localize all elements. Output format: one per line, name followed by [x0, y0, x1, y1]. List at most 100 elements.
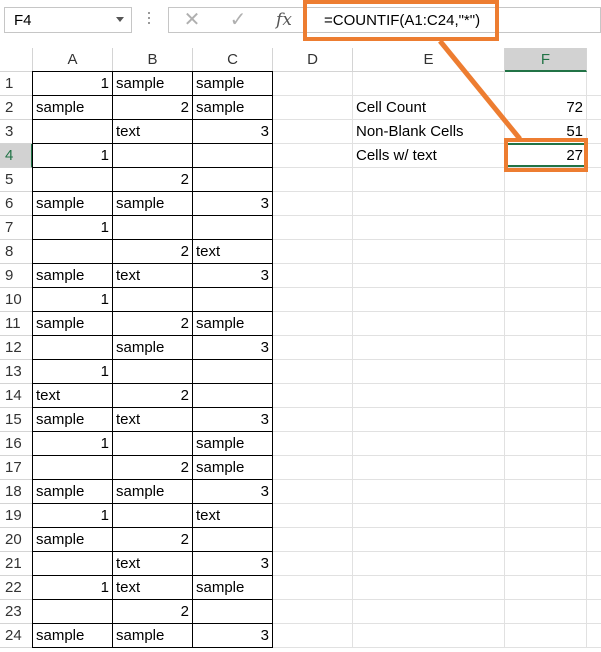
table-border	[192, 72, 193, 648]
cell-a16[interactable]: 1	[33, 432, 113, 456]
cell-a13[interactable]: 1	[33, 360, 113, 384]
column-header-b[interactable]: B	[113, 48, 193, 72]
cell-b18[interactable]: sample	[113, 480, 193, 504]
formula-toolbar: F4 ✕ ✓ fx =COUNTIF(A1:C24,"*")	[0, 0, 601, 44]
row-header[interactable]: 16	[0, 432, 33, 456]
cell-c21[interactable]: 3	[193, 552, 273, 576]
row-header[interactable]: 5	[0, 168, 33, 192]
row-header[interactable]: 3	[0, 120, 33, 144]
chevron-down-icon[interactable]	[116, 17, 124, 22]
cell-a2[interactable]: sample	[33, 96, 113, 120]
cell-a14[interactable]: text	[33, 384, 113, 408]
cell-c17[interactable]: sample	[193, 456, 273, 480]
cell-c15[interactable]: 3	[193, 408, 273, 432]
cell-b2[interactable]: 2	[113, 96, 193, 120]
cell-b11[interactable]: 2	[113, 312, 193, 336]
cell-c12[interactable]: 3	[193, 336, 273, 360]
column-header-d[interactable]: D	[273, 48, 353, 72]
cell-a6[interactable]: sample	[33, 192, 113, 216]
row-header[interactable]: 14	[0, 384, 33, 408]
column-header-c[interactable]: C	[193, 48, 273, 72]
cell-c2[interactable]: sample	[193, 96, 273, 120]
table-border	[32, 119, 273, 120]
cell-c24[interactable]: 3	[193, 624, 273, 648]
row-header[interactable]: 6	[0, 192, 33, 216]
cell-c11[interactable]: sample	[193, 312, 273, 336]
check-icon[interactable]: ✓	[223, 8, 253, 32]
cell-a20[interactable]: sample	[33, 528, 113, 552]
cell-c22[interactable]: sample	[193, 576, 273, 600]
summary-label[interactable]: Cell Count	[353, 96, 505, 120]
name-box-value: F4	[14, 12, 32, 29]
row-header[interactable]: 17	[0, 456, 33, 480]
cell-a18[interactable]: sample	[33, 480, 113, 504]
cell-c3[interactable]: 3	[193, 120, 273, 144]
cell-a19[interactable]: 1	[33, 504, 113, 528]
row-header[interactable]: 19	[0, 504, 33, 528]
cell-a15[interactable]: sample	[33, 408, 113, 432]
drag-handle-icon[interactable]	[148, 12, 151, 30]
table-border	[272, 72, 273, 648]
cell-c19[interactable]: text	[193, 504, 273, 528]
cell-a10[interactable]: 1	[33, 288, 113, 312]
insert-function-icon[interactable]: fx	[269, 8, 299, 32]
cell-c1[interactable]: sample	[193, 72, 273, 96]
cell-b9[interactable]: text	[113, 264, 193, 288]
cell-a1[interactable]: 1	[33, 72, 113, 96]
cell-b17[interactable]: 2	[113, 456, 193, 480]
summary-label[interactable]: Non-Blank Cells	[353, 120, 505, 144]
row-header[interactable]: 12	[0, 336, 33, 360]
cell-b24[interactable]: sample	[113, 624, 193, 648]
name-box[interactable]: F4	[4, 7, 132, 33]
cell-a7[interactable]: 1	[33, 216, 113, 240]
cell-c16[interactable]: sample	[193, 432, 273, 456]
cell-b15[interactable]: text	[113, 408, 193, 432]
row-header[interactable]: 24	[0, 624, 33, 648]
cell-b14[interactable]: 2	[113, 384, 193, 408]
cell-b1[interactable]: sample	[113, 72, 193, 96]
row-header[interactable]: 2	[0, 96, 33, 120]
row-header[interactable]: 9	[0, 264, 33, 288]
row-header[interactable]: 23	[0, 600, 33, 624]
cell-c9[interactable]: 3	[193, 264, 273, 288]
cell-a4[interactable]: 1	[33, 144, 113, 168]
table-border	[32, 479, 273, 480]
column-header-f[interactable]: F	[505, 48, 587, 72]
cancel-icon[interactable]: ✕	[177, 8, 207, 32]
table-border	[32, 95, 273, 96]
row-header[interactable]: 20	[0, 528, 33, 552]
row-header[interactable]: 8	[0, 240, 33, 264]
cell-b21[interactable]: text	[113, 552, 193, 576]
row-header[interactable]: 1	[0, 72, 33, 96]
cell-b8[interactable]: 2	[113, 240, 193, 264]
column-header-a[interactable]: A	[33, 48, 113, 72]
cell-b3[interactable]: text	[113, 120, 193, 144]
row-header[interactable]: 18	[0, 480, 33, 504]
cell-c8[interactable]: text	[193, 240, 273, 264]
row-header[interactable]: 13	[0, 360, 33, 384]
summary-label[interactable]: Cells w/ text	[353, 144, 505, 168]
cell-a11[interactable]: sample	[33, 312, 113, 336]
table-border	[32, 647, 273, 648]
cell-b12[interactable]: sample	[113, 336, 193, 360]
cell-a9[interactable]: sample	[33, 264, 113, 288]
cell-b23[interactable]: 2	[113, 600, 193, 624]
select-all-corner[interactable]	[0, 48, 33, 72]
row-header[interactable]: 11	[0, 312, 33, 336]
cell-c18[interactable]: 3	[193, 480, 273, 504]
cell-b22[interactable]: text	[113, 576, 193, 600]
row-header[interactable]: 7	[0, 216, 33, 240]
cell-a22[interactable]: 1	[33, 576, 113, 600]
row-header[interactable]: 21	[0, 552, 33, 576]
column-header-e[interactable]: E	[353, 48, 505, 72]
cell-a24[interactable]: sample	[33, 624, 113, 648]
row-header[interactable]: 10	[0, 288, 33, 312]
summary-value[interactable]: 72	[505, 96, 587, 120]
row-header[interactable]: 15	[0, 408, 33, 432]
cell-b6[interactable]: sample	[113, 192, 193, 216]
cell-b5[interactable]: 2	[113, 168, 193, 192]
row-header[interactable]: 22	[0, 576, 33, 600]
cell-b20[interactable]: 2	[113, 528, 193, 552]
cell-c6[interactable]: 3	[193, 192, 273, 216]
row-header[interactable]: 4	[0, 144, 33, 168]
